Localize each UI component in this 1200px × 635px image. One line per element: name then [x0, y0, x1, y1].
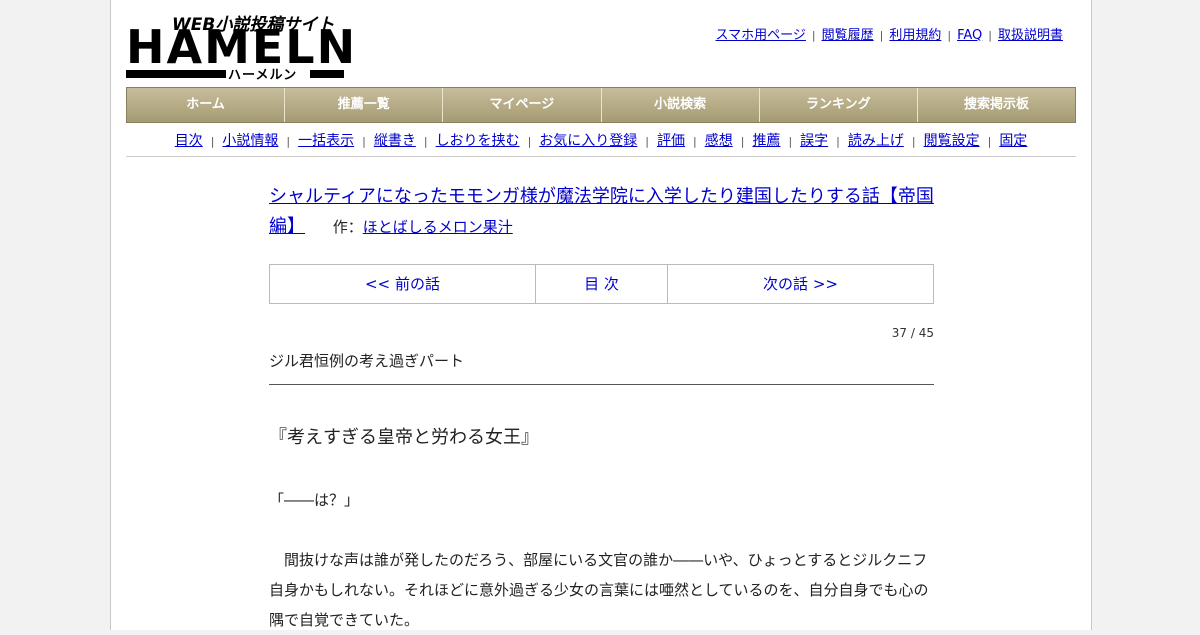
episode-subtitle: ジル君恒例の考え過ぎパート: [269, 350, 934, 385]
page-container: WEB小説投稿サイト HAMELN ハーメルン スマホ用ページ | 閲覧履歴 | 利用規…: [110, 0, 1092, 630]
separator: |: [987, 135, 992, 148]
separator: |: [423, 135, 428, 148]
link-manual[interactable]: 取扱説明書: [998, 28, 1063, 43]
subnav-vertical[interactable]: 縦書き: [374, 133, 416, 149]
logo-kana: ハーメルン: [228, 68, 298, 83]
next-episode-link[interactable]: 次の話 >>: [763, 275, 838, 293]
divider: [126, 156, 1076, 157]
separator: |: [362, 135, 366, 148]
logo-bar-left: [126, 70, 226, 78]
nav-search[interactable]: 小説検索: [601, 88, 760, 122]
separator: |: [210, 135, 215, 148]
subnav-info[interactable]: 小説情報: [222, 133, 278, 149]
nav-ranking[interactable]: ランキング: [759, 88, 918, 122]
subnav-typo[interactable]: 誤字: [800, 133, 828, 149]
nav-home[interactable]: ホーム: [127, 88, 286, 122]
author-label: 作：: [332, 218, 363, 236]
subnav-recommend[interactable]: 推薦: [752, 133, 780, 149]
text-line: 「――は？」: [269, 491, 360, 509]
separator: |: [645, 135, 649, 148]
separator: |: [947, 29, 952, 42]
episode-nav: << 前の話 目 次 次の話 >>: [269, 264, 934, 304]
subnav-fix[interactable]: 固定: [999, 133, 1027, 149]
separator: |: [836, 135, 840, 148]
subnav-all[interactable]: 一括表示: [298, 133, 354, 149]
hameln-logo[interactable]: WEB小説投稿サイト HAMELN ハーメルン: [126, 10, 355, 83]
link-history[interactable]: 閲覧履歴: [822, 28, 874, 43]
toc-link[interactable]: 目 次: [584, 275, 619, 293]
separator: |: [988, 29, 992, 42]
chapter-heading: 『考えすぎる皇帝と労わる女王』: [269, 427, 539, 448]
separator: |: [693, 135, 697, 148]
subnav-favorite[interactable]: お気に入り登録: [539, 133, 637, 149]
text-paragraph: 間抜けな声は誰が発したのだろう、部屋にいる文官の誰か――いや、ひょっとするとジル…: [269, 551, 929, 629]
link-faq[interactable]: FAQ: [957, 28, 982, 43]
subnav-rate[interactable]: 評価: [657, 133, 685, 149]
subnav-toc[interactable]: 目次: [175, 133, 203, 149]
subnav-bookmark[interactable]: しおりを挟む: [436, 133, 520, 149]
link-terms[interactable]: 利用規約: [889, 28, 941, 43]
logo-bar-right: [310, 70, 344, 78]
prev-episode-link[interactable]: << 前の話: [365, 275, 440, 293]
nav-recommend[interactable]: 推薦一覧: [285, 88, 444, 122]
separator: |: [286, 135, 291, 148]
separator: |: [740, 135, 745, 148]
toc-cell: 目 次: [536, 265, 668, 303]
separator: |: [788, 135, 793, 148]
author-link[interactable]: ほとばしるメロン果汁: [363, 218, 513, 236]
nav-board[interactable]: 捜索掲示板: [917, 88, 1076, 122]
separator: |: [811, 29, 816, 42]
next-cell: 次の話 >>: [668, 265, 933, 303]
subnav-readaloud[interactable]: 読み上げ: [848, 133, 904, 149]
link-smartphone[interactable]: スマホ用ページ: [716, 28, 806, 43]
top-links: スマホ用ページ | 閲覧履歴 | 利用規約 | FAQ | 取扱説明書: [716, 24, 1063, 43]
novel-sub-nav: 目次 | 小説情報 | 一括表示 | 縦書き | しおりを挟む | お気に入り登録 | 評価 | 感想 | 推薦…: [126, 130, 1076, 150]
page-number: 37 / 45: [891, 326, 934, 340]
separator: |: [879, 29, 884, 42]
nav-mypage[interactable]: マイページ: [443, 88, 602, 122]
main-nav: ホーム 推薦一覧 マイページ 小説検索 ランキング 捜索掲示板: [126, 87, 1076, 123]
subnav-review[interactable]: 感想: [705, 133, 733, 149]
novel-content: シャルティアになったモモンガ様が魔法学院に入学したり建国したりする話【帝国編】 …: [269, 182, 934, 635]
subnav-settings[interactable]: 閲覧設定: [924, 133, 980, 149]
separator: |: [911, 135, 916, 148]
title-row: シャルティアになったモモンガ様が魔法学院に入学したり建国したりする話【帝国編】 …: [269, 182, 934, 242]
prev-cell: << 前の話: [270, 265, 536, 303]
separator: |: [527, 135, 532, 148]
